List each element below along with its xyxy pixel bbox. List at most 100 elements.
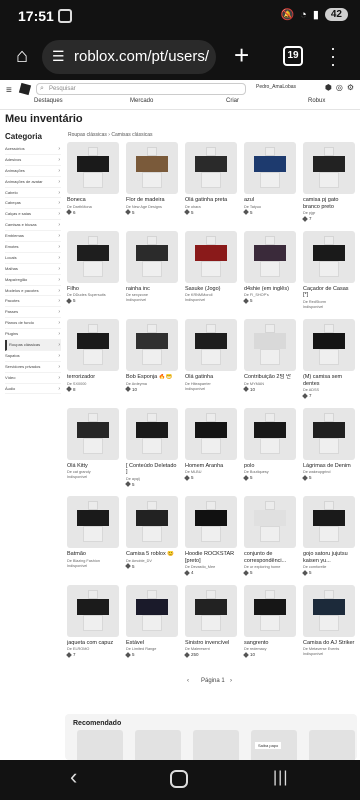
category-item[interactable]: Cabelo › xyxy=(5,188,61,199)
inventory-item[interactable]: polo De Boutiquesy 5 xyxy=(243,407,296,481)
url-text[interactable]: roblox.com/pt/users/ xyxy=(74,48,212,65)
prev-page-button[interactable]: ‹ xyxy=(187,678,189,684)
item-name[interactable]: Bob Esponja 🔥😁 xyxy=(126,374,178,381)
category-item[interactable]: Calças e saias › xyxy=(5,209,61,221)
item-name[interactable]: azul xyxy=(244,197,296,204)
category-item[interactable]: Locais › xyxy=(5,253,61,264)
new-tab-icon[interactable]: + xyxy=(234,40,249,71)
item-name[interactable]: rainha inc xyxy=(126,286,178,293)
inventory-item[interactable]: conjunto de correspondênci... De ur explo… xyxy=(243,496,296,576)
item-name[interactable]: polo xyxy=(244,463,296,470)
inventory-item[interactable]: Sinistro invencível De Maleresent 250 xyxy=(184,584,237,658)
item-name[interactable]: Filho xyxy=(67,286,119,293)
inventory-item[interactable]: [ Conteúdo Deletado ] De ayqij 5 xyxy=(125,407,178,488)
item-thumbnail[interactable] xyxy=(67,496,119,548)
item-thumbnail[interactable] xyxy=(67,319,119,371)
tune-icon[interactable]: ☰ xyxy=(52,48,65,65)
nav-link-destaques[interactable]: Destaques xyxy=(34,98,63,104)
inventory-item[interactable]: Sasuke (Jogo) De KRNMMoroll Indisponível xyxy=(185,230,237,302)
item-name[interactable]: Batmão xyxy=(67,551,119,558)
category-item[interactable]: Roupas clássicas › xyxy=(5,340,61,351)
item-name[interactable]: conjunto de correspondênci... xyxy=(244,551,296,564)
item-name[interactable]: Flor de madeira xyxy=(126,197,178,204)
inventory-item[interactable]: d4shie (em inglês) De FI_SHOP's 5 xyxy=(243,230,296,304)
category-item[interactable]: Animações de avatar › xyxy=(5,177,61,188)
inventory-item[interactable]: Olá Kitty De cat grandy Indisponível xyxy=(67,407,119,479)
item-creator[interactable]: De Hiteaparrier xyxy=(185,382,237,386)
search-input[interactable]: ⌕ Pesquisar xyxy=(36,83,246,95)
item-name[interactable]: Olá gatinha xyxy=(185,374,237,381)
item-thumbnail[interactable] xyxy=(244,407,296,460)
item-name[interactable]: Olá Kitty xyxy=(67,463,119,470)
item-creator[interactable]: De Metaverse Events xyxy=(303,647,355,651)
item-creator[interactable]: De Boutiquesy xyxy=(244,470,296,474)
item-creator[interactable]: De sexyzone xyxy=(126,293,178,297)
inventory-item[interactable]: rainha inc De sexyzone Indisponível xyxy=(126,230,178,302)
item-creator[interactable]: De Tatyuo xyxy=(244,205,296,209)
address-bar[interactable]: ☰ roblox.com/pt/users/ xyxy=(42,40,216,74)
recommended-thumb[interactable] xyxy=(135,730,181,760)
item-name[interactable]: jaqueta com capuz xyxy=(67,640,119,647)
item-creator[interactable]: De FI_SHOP's xyxy=(244,293,296,297)
item-thumbnail[interactable] xyxy=(67,142,119,194)
item-thumbnail[interactable] xyxy=(67,230,119,283)
item-creator[interactable]: De DarthMona xyxy=(67,205,119,209)
item-name[interactable]: Sasuke (Jogo) xyxy=(185,286,237,293)
item-creator[interactable]: De Limited Range xyxy=(126,647,178,651)
item-thumbnail[interactable] xyxy=(126,142,178,194)
category-item[interactable]: Malhas › xyxy=(5,264,61,275)
item-creator[interactable]: De Blazing Fashion xyxy=(67,559,119,563)
item-creator[interactable]: De New Age Designs xyxy=(126,205,178,209)
inventory-item[interactable]: sangrento De redemacy 10 xyxy=(243,584,296,658)
username-label[interactable]: Pedro_AmaLobas xyxy=(256,84,296,90)
item-creator[interactable]: De RedStorm xyxy=(303,300,355,304)
item-name[interactable]: Caçador de Casas [*] xyxy=(303,286,355,299)
category-item[interactable]: Pacotes › xyxy=(5,296,61,308)
item-thumbnail[interactable] xyxy=(244,584,296,637)
item-name[interactable]: Olá gatinha preta xyxy=(185,197,237,204)
inventory-item[interactable]: Bob Esponja 🔥😁 De Ardeyma 10 xyxy=(125,319,178,393)
item-name[interactable]: camisa pj gato branco preto xyxy=(303,197,355,210)
item-thumbnail[interactable] xyxy=(126,407,178,460)
home-icon[interactable]: ⌂ xyxy=(10,44,34,68)
inventory-item[interactable]: Caçador de Casas [*] De RedStorm Indisponí… xyxy=(303,230,355,309)
inventory-item[interactable]: jaqueta com capuz De ELROMO 7 xyxy=(66,584,119,658)
inventory-item[interactable]: Boneca De DarthMona 6 xyxy=(66,142,119,216)
gear-icon[interactable]: ⚙ xyxy=(347,83,354,92)
item-name[interactable]: gojo satoru jujutsu kaisen yu... xyxy=(303,551,355,564)
item-name[interactable]: Sinistro invencível xyxy=(185,640,237,647)
item-name[interactable]: Homem Aranha xyxy=(185,463,237,470)
item-thumbnail[interactable] xyxy=(185,584,237,637)
item-creator[interactable]: De Amoble_DV xyxy=(126,559,178,563)
inventory-item[interactable]: Camisa do AJ Striker De Metaverse Events I… xyxy=(303,584,355,656)
item-creator[interactable]: De Ardeyma xyxy=(126,382,178,386)
category-item[interactable]: Emotes › xyxy=(5,242,61,253)
recent-apps-icon[interactable]: ||| xyxy=(273,769,288,787)
inventory-item[interactable]: Homem Aranha De MLBU 5 xyxy=(184,407,237,481)
item-name[interactable]: Camisa do AJ Striker xyxy=(303,640,355,647)
category-item[interactable]: Áudio › xyxy=(5,384,61,395)
inventory-item[interactable]: Camisa 5 roblox 😊 De Amoble_DV 5 xyxy=(125,496,178,570)
inventory-item[interactable]: terrorizador De SX0000 8 xyxy=(66,319,119,393)
item-thumbnail[interactable] xyxy=(185,230,237,283)
hamburger-icon[interactable]: ≡ xyxy=(6,85,12,96)
inventory-item[interactable]: Batmão De Blazing Fashion Indisponível xyxy=(67,496,119,568)
home-button-icon[interactable] xyxy=(170,770,188,788)
item-creator[interactable]: De SX0000 xyxy=(67,382,119,386)
item-creator[interactable]: De Devastio_Mee xyxy=(185,565,237,569)
category-item[interactable]: Mapa/região › xyxy=(5,275,61,286)
item-creator[interactable]: De ELROMO xyxy=(67,647,119,651)
inventory-item[interactable]: (M) camisa sem dentes De ADSS 7 xyxy=(302,319,355,399)
item-name[interactable]: Estável xyxy=(126,640,178,647)
item-name[interactable]: (M) camisa sem dentes xyxy=(303,374,355,387)
item-thumbnail[interactable] xyxy=(67,584,119,637)
category-item[interactable]: Planos de fundo › xyxy=(5,318,61,330)
item-thumbnail[interactable] xyxy=(185,142,237,194)
item-thumbnail[interactable] xyxy=(244,230,296,283)
item-thumbnail[interactable] xyxy=(244,319,296,371)
item-thumbnail[interactable] xyxy=(244,496,296,548)
item-thumbnail[interactable] xyxy=(67,407,119,460)
category-item[interactable]: Servidores privados › xyxy=(5,362,61,373)
item-creator[interactable]: De ur exploring home xyxy=(244,565,296,569)
menu-icon[interactable]: · · · xyxy=(330,39,336,73)
